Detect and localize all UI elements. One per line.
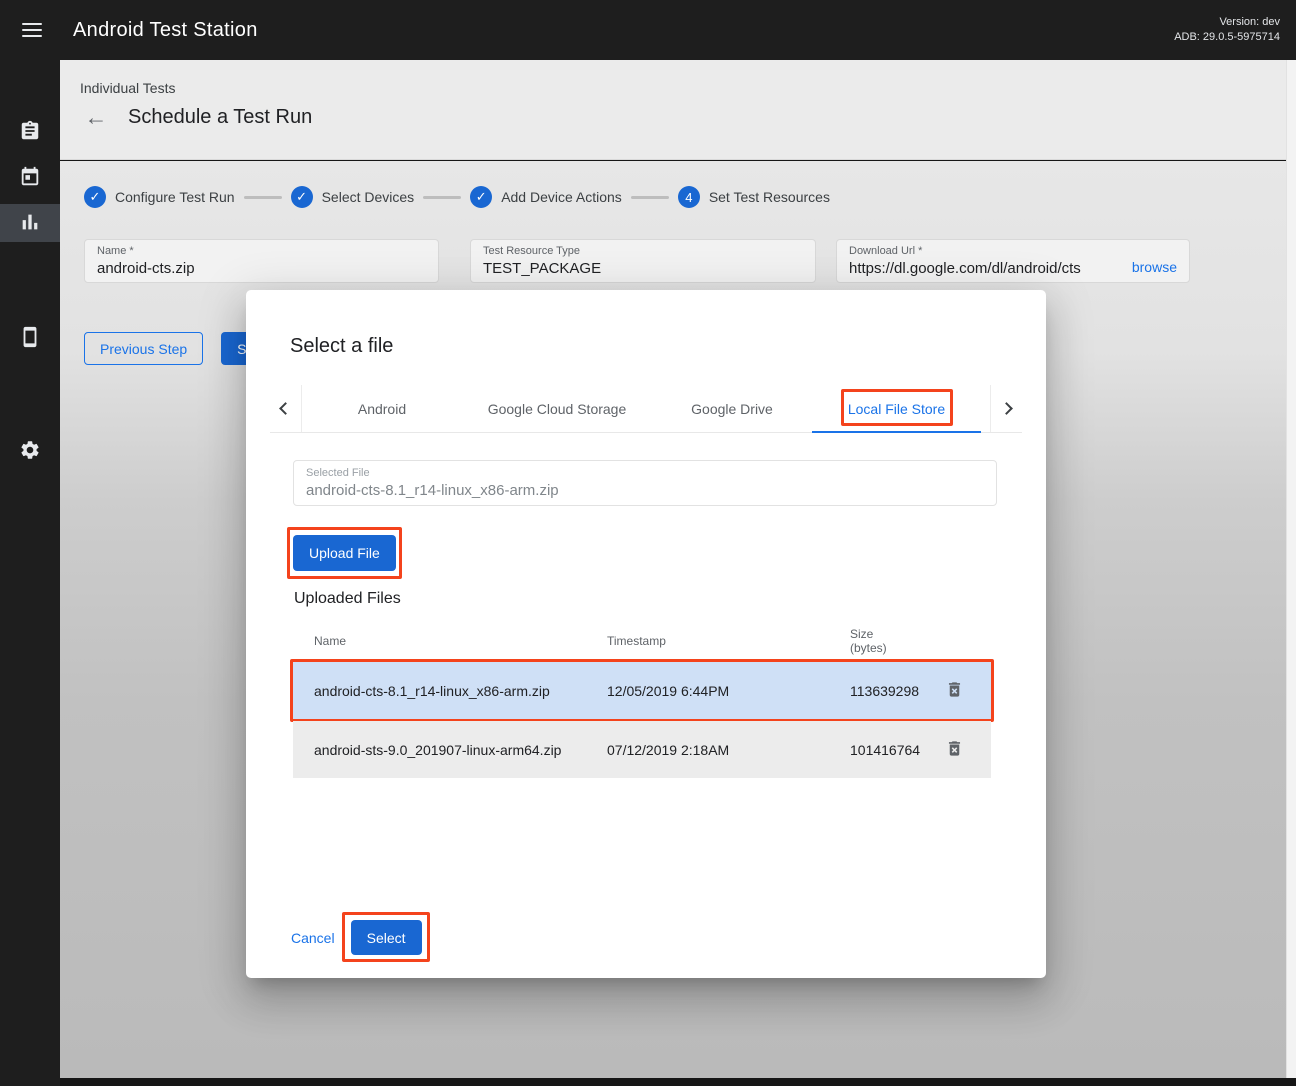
delete-file-button[interactable] — [943, 737, 966, 763]
gear-icon — [19, 439, 41, 464]
dialog-title: Select a file — [290, 335, 393, 358]
name-field-label: Name * — [97, 245, 426, 257]
file-source-tabs: Android Google Cloud Storage Google Driv… — [270, 385, 1022, 433]
step-configure-test-run[interactable]: ✓ Configure Test Run — [84, 186, 235, 208]
breadcrumb: Individual Tests — [80, 80, 175, 96]
sidebar-item-devices[interactable] — [0, 319, 60, 357]
scrollbar[interactable] — [1286, 60, 1296, 1078]
version-label: Version: dev — [1174, 15, 1280, 30]
upload-file-button[interactable]: Upload File — [293, 535, 396, 571]
phone-icon — [19, 326, 41, 351]
selected-file-value: android-cts-8.1_r14-linux_x86-arm.zip — [306, 482, 984, 499]
resource-type-label: Test Resource Type — [483, 245, 803, 257]
download-url-label: Download Url * — [849, 245, 1177, 257]
resource-form: Name * android-cts.zip Test Resource Typ… — [84, 239, 1190, 283]
adb-version-label: ADB: 29.0.5-5975714 — [1174, 30, 1280, 45]
timestamp-cell: 07/12/2019 2:18AM — [607, 742, 850, 758]
page-title: Schedule a Test Run — [128, 106, 312, 129]
sidebar — [0, 60, 60, 1086]
table-row-sts-file[interactable]: android-sts-9.0_201907-linux-arm64.zip 0… — [293, 721, 991, 778]
step-done-icon: ✓ — [84, 186, 106, 208]
app-title: Android Test Station — [73, 19, 258, 42]
step-select-devices[interactable]: ✓ Select Devices — [291, 186, 415, 208]
select-button[interactable]: Select — [351, 920, 422, 955]
tab-google-cloud-storage[interactable]: Google Cloud Storage — [462, 385, 652, 432]
column-header-size: Size (bytes) — [850, 627, 934, 655]
stepper: ✓ Configure Test Run ✓ Select Devices ✓ … — [84, 186, 830, 208]
step-add-device-actions[interactable]: ✓ Add Device Actions — [470, 186, 622, 208]
tab-google-drive[interactable]: Google Drive — [652, 385, 812, 432]
column-header-name: Name — [314, 634, 607, 648]
trash-icon — [945, 680, 964, 702]
sidebar-item-plans[interactable] — [0, 159, 60, 197]
name-field[interactable]: Name * android-cts.zip — [84, 239, 439, 283]
step-number-badge: 4 — [678, 186, 700, 208]
select-file-dialog: Select a file Android Google Cloud Stora… — [246, 290, 1046, 978]
tabs-scroll-right-button[interactable] — [990, 385, 1022, 432]
sidebar-item-test-results[interactable] — [0, 204, 60, 242]
menu-icon[interactable] — [20, 18, 44, 42]
column-header-timestamp: Timestamp — [607, 634, 850, 648]
version-info: Version: dev ADB: 29.0.5-5975714 — [1174, 15, 1280, 45]
back-arrow-icon[interactable]: ← — [80, 102, 112, 132]
table-row-cts-file[interactable]: android-cts-8.1_r14-linux_x86-arm.zip 12… — [293, 662, 991, 719]
browse-link[interactable]: browse — [1132, 259, 1177, 275]
previous-step-button[interactable]: Previous Step — [84, 332, 203, 365]
page-header: Individual Tests ← Schedule a Test Run — [60, 60, 1286, 160]
tab-android[interactable]: Android — [302, 385, 462, 432]
calendar-icon — [19, 166, 41, 191]
step-connector — [244, 196, 282, 199]
app-root: Android Test Station Version: dev ADB: 2… — [0, 0, 1296, 1086]
uploaded-files-heading: Uploaded Files — [294, 590, 401, 608]
download-url-field[interactable]: Download Url * https://dl.google.com/dl/… — [836, 239, 1190, 283]
chevron-left-icon — [279, 402, 292, 415]
trash-icon — [945, 739, 964, 761]
timestamp-cell: 12/05/2019 6:44PM — [607, 683, 850, 699]
tabs-scroll-left-button[interactable] — [270, 385, 302, 432]
resource-type-value: TEST_PACKAGE — [483, 260, 803, 277]
step-set-test-resources[interactable]: 4 Set Test Resources — [678, 186, 830, 208]
resource-type-field[interactable]: Test Resource Type TEST_PACKAGE — [470, 239, 816, 283]
delete-file-button[interactable] — [943, 678, 966, 704]
chevron-right-icon — [1000, 402, 1013, 415]
name-field-value: android-cts.zip — [97, 260, 426, 277]
step-done-icon: ✓ — [470, 186, 492, 208]
table-header-row: Name Timestamp Size (bytes) — [293, 623, 991, 660]
step-connector — [631, 196, 669, 199]
selected-file-field[interactable]: Selected File android-cts-8.1_r14-linux_… — [293, 460, 997, 506]
step-done-icon: ✓ — [291, 186, 313, 208]
file-name-cell: android-sts-9.0_201907-linux-arm64.zip — [314, 742, 607, 758]
app-header: Android Test Station Version: dev ADB: 2… — [0, 0, 1296, 60]
sidebar-item-settings[interactable] — [0, 432, 60, 470]
download-url-value: https://dl.google.com/dl/android/cts — [849, 260, 1122, 277]
tab-local-file-store[interactable]: Local File Store — [812, 385, 981, 432]
cancel-button[interactable]: Cancel — [291, 930, 335, 946]
uploaded-files-table: Name Timestamp Size (bytes) android-cts-… — [293, 623, 991, 778]
bar-chart-icon — [19, 211, 41, 236]
size-cell: 101416764 — [850, 742, 934, 758]
clipboard-icon — [19, 120, 41, 145]
selected-file-label: Selected File — [306, 467, 984, 479]
sidebar-item-tests[interactable] — [0, 113, 60, 151]
dialog-actions: Cancel Select — [291, 920, 422, 955]
step-connector — [423, 196, 461, 199]
title-row: ← Schedule a Test Run — [80, 102, 312, 132]
file-name-cell: android-cts-8.1_r14-linux_x86-arm.zip — [314, 683, 607, 699]
size-cell: 113639298 — [850, 683, 934, 699]
